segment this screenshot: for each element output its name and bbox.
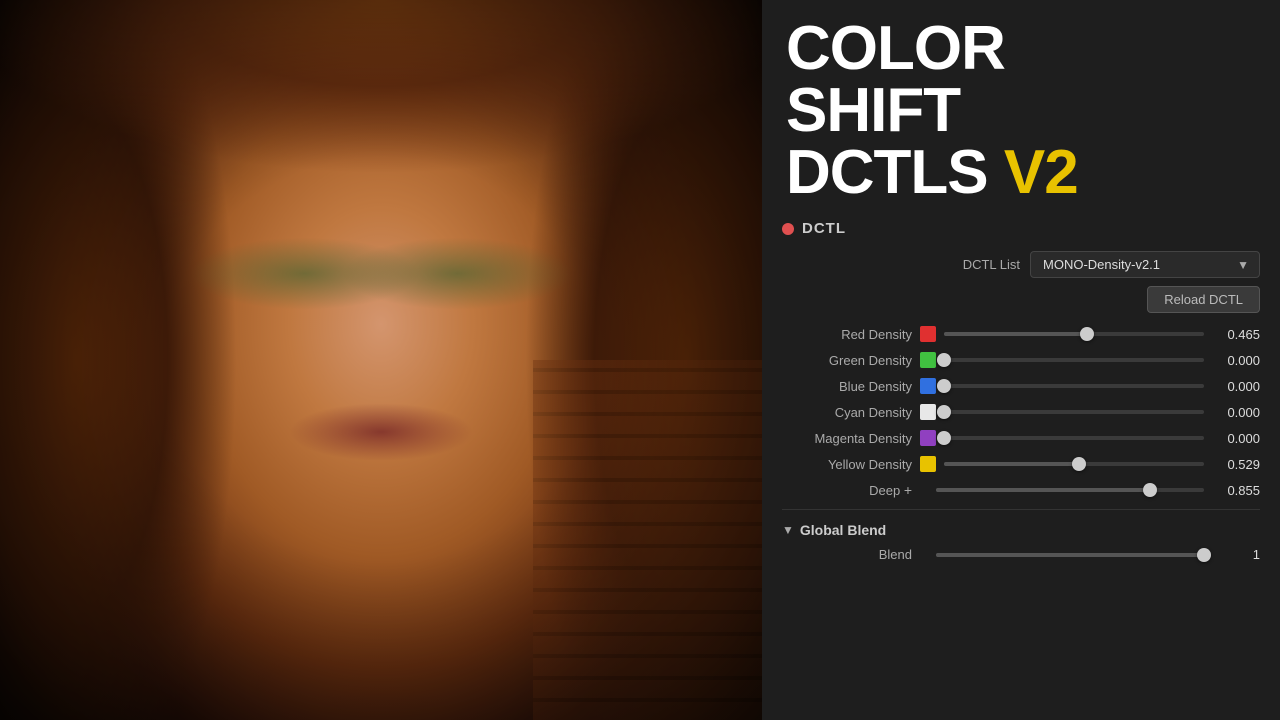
blue-density-swatch — [920, 378, 936, 394]
red-density-swatch — [920, 326, 936, 342]
reload-row: Reload DCTL — [782, 286, 1260, 321]
blue-density-track[interactable] — [944, 384, 1204, 388]
magenta-density-label: Magenta Density — [782, 431, 912, 446]
dctl-list-row: DCTL List MONO-Density-v2.1 ▼ — [782, 247, 1260, 286]
control-panel: COLOR SHIFT DCTLS V2 DCTL DCTL List MONO… — [762, 0, 1280, 720]
cyan-density-label: Cyan Density — [782, 405, 912, 420]
yellow-density-thumb[interactable] — [1072, 457, 1086, 471]
yellow-density-track[interactable] — [944, 462, 1204, 466]
blue-density-row: Blue Density 0.000 — [782, 373, 1260, 399]
dctl-label: DCTL — [802, 220, 846, 237]
blue-density-value: 0.000 — [1212, 379, 1260, 394]
blue-density-thumb[interactable] — [937, 379, 951, 393]
app-title: COLOR SHIFT DCTLS V2 — [786, 18, 1256, 204]
section-chevron-icon: ▼ — [782, 523, 794, 537]
magenta-density-swatch — [920, 430, 936, 446]
green-density-value: 0.000 — [1212, 353, 1260, 368]
green-density-label: Green Density — [782, 353, 912, 368]
deep-slider-track[interactable] — [936, 488, 1204, 492]
cyan-density-swatch — [920, 404, 936, 420]
divider — [782, 509, 1260, 510]
magenta-density-track[interactable] — [944, 436, 1204, 440]
deep-slider-thumb[interactable] — [1143, 483, 1157, 497]
magenta-density-row: Magenta Density 0.000 — [782, 425, 1260, 451]
magenta-density-thumb[interactable] — [937, 431, 951, 445]
deep-slider-fill — [936, 488, 1150, 492]
title-v2: V2 — [1004, 138, 1078, 207]
yellow-density-fill — [944, 462, 1079, 466]
magenta-density-value: 0.000 — [1212, 431, 1260, 446]
deep-value: 0.855 — [1212, 483, 1260, 498]
controls-area: DCTL DCTL List MONO-Density-v2.1 ▼ Reloa… — [762, 214, 1280, 720]
dctl-list-value: MONO-Density-v2.1 — [1043, 257, 1229, 272]
yellow-density-swatch — [920, 456, 936, 472]
sliders-container: Red Density0.465Green Density0.000Blue D… — [782, 321, 1260, 477]
yellow-density-row: Yellow Density 0.529 — [782, 451, 1260, 477]
preview-image — [0, 0, 762, 720]
dctl-header: DCTL — [782, 214, 1260, 247]
blend-slider-row: Blend 1 — [782, 542, 1260, 567]
deep-plus-icon: + — [904, 482, 912, 498]
cyan-density-value: 0.000 — [1212, 405, 1260, 420]
yellow-density-value: 0.529 — [1212, 457, 1260, 472]
green-density-row: Green Density 0.000 — [782, 347, 1260, 373]
cyan-density-track[interactable] — [944, 410, 1204, 414]
blue-density-label: Blue Density — [782, 379, 912, 394]
yellow-density-label: Yellow Density — [782, 457, 912, 472]
green-density-swatch — [920, 352, 936, 368]
green-density-thumb[interactable] — [937, 353, 951, 367]
reload-dctl-button[interactable]: Reload DCTL — [1147, 286, 1260, 313]
title-line1: COLOR — [786, 14, 1005, 83]
global-blend-title: Global Blend — [800, 522, 886, 538]
deep-label: Deep + — [782, 482, 912, 498]
cyan-density-thumb[interactable] — [937, 405, 951, 419]
title-line2: SHIFT — [786, 76, 960, 145]
deep-slider-row: Deep + 0.855 — [782, 477, 1260, 503]
red-density-track[interactable] — [944, 332, 1204, 336]
blend-slider-track[interactable] — [936, 553, 1204, 557]
blend-slider-thumb[interactable] — [1197, 548, 1211, 562]
blend-slider-fill — [936, 553, 1204, 557]
red-density-row: Red Density 0.465 — [782, 321, 1260, 347]
red-density-label: Red Density — [782, 327, 912, 342]
blend-label: Blend — [782, 547, 912, 562]
red-density-value: 0.465 — [1212, 327, 1260, 342]
chevron-down-icon: ▼ — [1237, 258, 1249, 272]
title-area: COLOR SHIFT DCTLS V2 — [762, 0, 1280, 214]
red-density-fill — [944, 332, 1087, 336]
dctl-list-label: DCTL List — [963, 257, 1020, 272]
blend-value: 1 — [1212, 547, 1260, 562]
red-density-thumb[interactable] — [1080, 327, 1094, 341]
green-density-track[interactable] — [944, 358, 1204, 362]
cyan-density-row: Cyan Density 0.000 — [782, 399, 1260, 425]
title-line3-main: DCTLS — [786, 138, 988, 207]
dctl-status-dot — [782, 223, 794, 235]
dctl-list-dropdown[interactable]: MONO-Density-v2.1 ▼ — [1030, 251, 1260, 278]
global-blend-header[interactable]: ▼ Global Blend — [782, 516, 1260, 542]
